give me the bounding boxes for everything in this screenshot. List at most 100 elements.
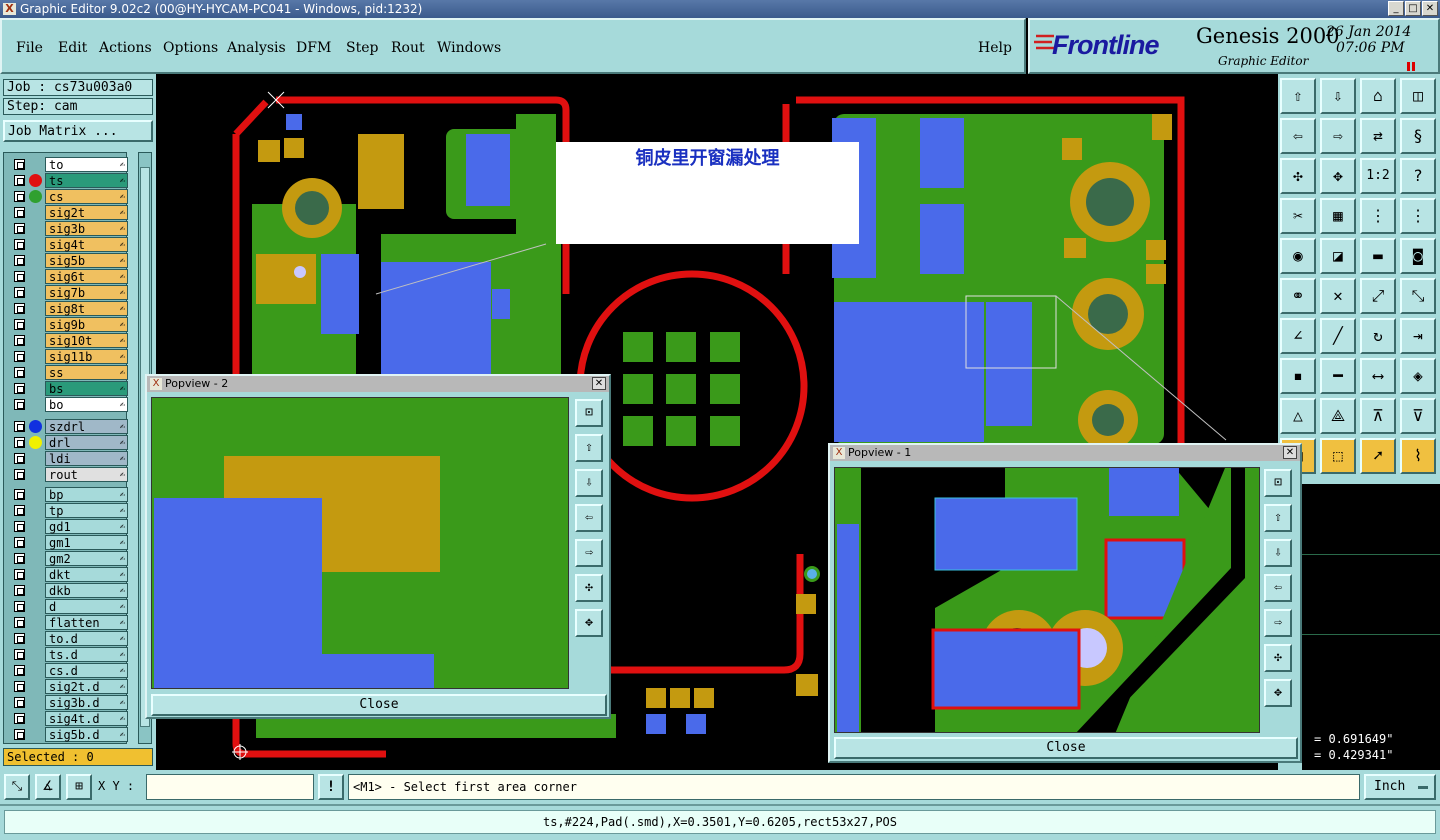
layer-name[interactable]: ss xyxy=(45,365,128,381)
pointer-icon[interactable]: ➚ xyxy=(1360,438,1396,474)
layer-checkbox[interactable] xyxy=(14,665,25,676)
layer-checkbox[interactable] xyxy=(14,601,25,612)
layer-row-tp[interactable]: tp xyxy=(10,503,128,519)
layer-name[interactable]: to.d xyxy=(45,631,128,647)
layer-name[interactable]: sig11b xyxy=(45,349,128,365)
layer-row-ss[interactable]: ss xyxy=(10,365,128,381)
layer-name[interactable]: sig5b xyxy=(45,253,128,269)
measure-icon[interactable]: ∡ xyxy=(35,774,61,800)
align-icon[interactable]: ⇥ xyxy=(1400,318,1436,354)
layer-checkbox[interactable] xyxy=(14,383,25,394)
layer-row-bs[interactable]: bs xyxy=(10,381,128,397)
layer-checkbox[interactable] xyxy=(14,489,25,500)
layer-checkbox[interactable] xyxy=(14,505,25,516)
layer-row-sig7b[interactable]: sig7b xyxy=(10,285,128,301)
layer-row-bo[interactable]: bo xyxy=(10,397,128,413)
layer-checkbox[interactable] xyxy=(14,399,25,410)
grid-icon[interactable]: ▦ xyxy=(1320,198,1356,234)
layer-checkbox[interactable] xyxy=(14,617,25,628)
layer-row-sig5b[interactable]: sig5b xyxy=(10,253,128,269)
popview-1-zoom-out-icon[interactable]: ✣ xyxy=(1264,644,1292,672)
layer-row-cs[interactable]: cs xyxy=(10,189,128,205)
maximize-button[interactable]: □ xyxy=(1405,1,1421,16)
units-select[interactable]: Inch xyxy=(1364,774,1436,800)
layer-checkbox[interactable] xyxy=(14,421,25,432)
layer-name[interactable]: sig3b xyxy=(45,221,128,237)
layer-name[interactable]: sig4t.d xyxy=(45,711,128,727)
layer-name[interactable]: to xyxy=(45,157,128,173)
snap-icon[interactable]: ⋮ xyxy=(1360,198,1396,234)
pause-icon[interactable] xyxy=(1406,60,1416,71)
layer-checkbox[interactable] xyxy=(14,453,25,464)
popview-1-window[interactable]: X Popview - 1 ✕ ⊡ ⇧ ⇩ ⇦ ⇨ ✣ ✥ Close xyxy=(828,443,1302,763)
popview-1-zoom-fit-icon[interactable]: ⊡ xyxy=(1264,469,1292,497)
add-line-icon[interactable]: ━ xyxy=(1320,358,1356,394)
triangle-icon[interactable]: △ xyxy=(1280,398,1316,434)
layer-name[interactable]: rout xyxy=(45,467,128,483)
layer-checkbox[interactable] xyxy=(14,649,25,660)
layer-checkbox[interactable] xyxy=(14,159,25,170)
home-icon[interactable]: ⌂ xyxy=(1360,78,1396,114)
layer-checkbox[interactable] xyxy=(14,287,25,298)
move-up-icon[interactable]: ⇧ xyxy=(1280,78,1316,114)
layer-name[interactable]: sig2t.d xyxy=(45,679,128,695)
layer-row-szdrl[interactable]: szdrl xyxy=(10,419,128,435)
layer-name[interactable]: dkt xyxy=(45,567,128,583)
layer-row-gm2[interactable]: gm2 xyxy=(10,551,128,567)
layer-row-gd1[interactable]: gd1 xyxy=(10,519,128,535)
popview-1-close-button[interactable]: Close xyxy=(834,737,1298,759)
angle-icon[interactable]: ∠ xyxy=(1280,318,1316,354)
popview-2-pan-right-icon[interactable]: ⇨ xyxy=(575,539,603,567)
layer-name[interactable]: cs.d xyxy=(45,663,128,679)
layer-checkbox[interactable] xyxy=(14,303,25,314)
layer-checkbox[interactable] xyxy=(14,367,25,378)
popview-2-pan-up-icon[interactable]: ⇧ xyxy=(575,434,603,462)
layer-checkbox[interactable] xyxy=(14,585,25,596)
minimize-button[interactable]: _ xyxy=(1388,1,1404,16)
menu-file[interactable]: File xyxy=(16,40,43,56)
layer-checkbox[interactable] xyxy=(14,207,25,218)
layer-row-d[interactable]: d xyxy=(10,599,128,615)
menu-edit[interactable]: Edit xyxy=(58,40,87,56)
layer-name[interactable]: ldi xyxy=(45,451,128,467)
rotate-icon[interactable]: ↻ xyxy=(1360,318,1396,354)
popview-2-close-button[interactable]: Close xyxy=(151,694,607,716)
menu-actions[interactable]: Actions xyxy=(99,40,152,56)
layer-row-sig4t-d[interactable]: sig4t.d xyxy=(10,711,128,727)
move-down-icon[interactable]: ⇩ xyxy=(1320,78,1356,114)
layer-row-sig3b-d[interactable]: sig3b.d xyxy=(10,695,128,711)
layer-name[interactable]: drl xyxy=(45,435,128,451)
layer-name[interactable]: bs xyxy=(45,381,128,397)
layer-name[interactable]: sig9b xyxy=(45,317,128,333)
popview-2-view[interactable] xyxy=(151,397,569,689)
move-feature-icon[interactable]: ⤢ xyxy=(1360,278,1396,314)
layer-row-bp[interactable]: bp xyxy=(10,487,128,503)
arc-icon[interactable]: ⊼ xyxy=(1360,398,1396,434)
popview-2-pan-left-icon[interactable]: ⇦ xyxy=(575,504,603,532)
layer-checkbox[interactable] xyxy=(14,255,25,266)
menu-dfm[interactable]: DFM xyxy=(296,40,331,56)
zoom-in-icon[interactable]: ✥ xyxy=(1320,158,1356,194)
layer-checkbox[interactable] xyxy=(14,713,25,724)
layer-row-ts[interactable]: ts xyxy=(10,173,128,189)
layer-name[interactable]: sig5b.d xyxy=(45,727,128,743)
layer-name[interactable]: bp xyxy=(45,487,128,503)
layer-row-drl[interactable]: drl xyxy=(10,435,128,451)
layer-name[interactable]: flatten xyxy=(45,615,128,631)
layer-checkbox[interactable] xyxy=(14,271,25,282)
menu-options[interactable]: Options xyxy=(163,40,218,56)
layer-checkbox[interactable] xyxy=(14,553,25,564)
layer-row-sig8t[interactable]: sig8t xyxy=(10,301,128,317)
layer-row-dkt[interactable]: dkt xyxy=(10,567,128,583)
cut-icon[interactable]: ✂ xyxy=(1280,198,1316,234)
layer-row-sig11b[interactable]: sig11b xyxy=(10,349,128,365)
zoom-out-icon[interactable]: ✣ xyxy=(1280,158,1316,194)
layer-checkbox[interactable] xyxy=(14,569,25,580)
swap-icon[interactable]: ⇄ xyxy=(1360,118,1396,154)
layer-checkbox[interactable] xyxy=(14,537,25,548)
layer-name[interactable]: sig3b.d xyxy=(45,695,128,711)
popview-2-titlebar[interactable]: X Popview - 2 ✕ xyxy=(147,376,609,392)
layer-name[interactable]: sig4t xyxy=(45,237,128,253)
close-window-button[interactable]: ✕ xyxy=(1422,1,1438,16)
layer-checkbox[interactable] xyxy=(14,697,25,708)
